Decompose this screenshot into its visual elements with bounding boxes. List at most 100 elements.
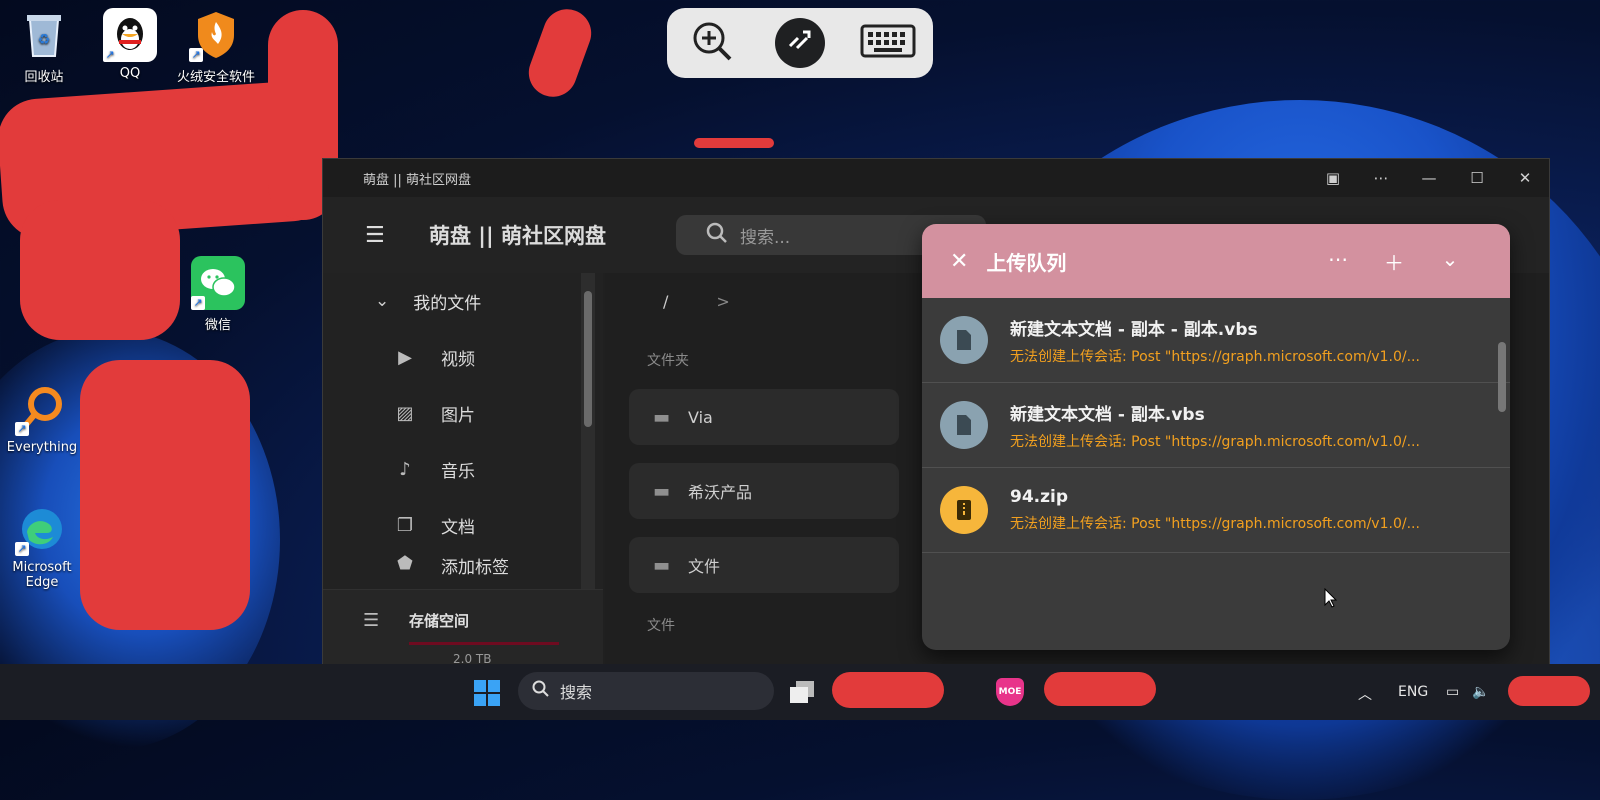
redaction-scribble bbox=[694, 138, 774, 148]
task-view-icon[interactable] bbox=[788, 679, 816, 705]
shortcut-arrow-icon: ↗ bbox=[15, 422, 29, 436]
desktop-icon-label: Everything bbox=[6, 440, 78, 455]
sidebar-item-documents[interactable]: ❐ 文档 bbox=[323, 497, 603, 553]
folder-name: Via bbox=[688, 407, 713, 427]
more-horizontal-icon[interactable]: ⋯ bbox=[1310, 247, 1366, 276]
huorong-shield-icon: ↗ bbox=[189, 8, 243, 62]
folder-icon: ▬ bbox=[653, 480, 671, 502]
window-title: 萌盘 || 萌社区网盘 bbox=[363, 172, 472, 188]
folder-item[interactable]: ▬ 文件 bbox=[629, 537, 899, 593]
upload-queue-header: ✕ 上传队列 ⋯ ＋ ⌄ bbox=[922, 224, 1510, 298]
close-window-button[interactable]: ✕ bbox=[1501, 169, 1549, 187]
shortcut-arrow-icon: ↗ bbox=[189, 48, 203, 62]
upload-item[interactable]: 新建文本文档 - 副本 - 副本.vbs 无法创建上传会话: Post "htt… bbox=[922, 298, 1510, 383]
redaction-scribble bbox=[522, 2, 598, 104]
desktop-icon-label: QQ bbox=[119, 66, 141, 81]
storage-icon: ☰ bbox=[363, 610, 380, 631]
upload-item[interactable]: 94.zip 无法创建上传会话: Post "https://graph.mic… bbox=[922, 468, 1510, 553]
storage-panel: ☰ 存储空间 2.0 TB bbox=[323, 589, 603, 670]
image-icon: ▨ bbox=[396, 402, 414, 424]
folder-item[interactable]: ▬ 希沃产品 bbox=[629, 463, 899, 519]
maximize-button[interactable]: ☐ bbox=[1453, 169, 1501, 187]
chevron-up-icon[interactable]: ︿ bbox=[1358, 684, 1372, 704]
desktop-icon-wechat[interactable]: ↗ 微信 bbox=[176, 256, 260, 333]
edge-icon: ↗ bbox=[15, 502, 69, 556]
hamburger-menu-icon[interactable]: ☰ bbox=[365, 223, 405, 248]
redaction-scribble bbox=[20, 200, 180, 340]
search-icon bbox=[706, 222, 728, 249]
volume-icon[interactable]: 🔈 bbox=[1472, 684, 1489, 700]
sidebar-item-label: 文档 bbox=[441, 517, 475, 538]
upload-queue-panel: ✕ 上传队列 ⋯ ＋ ⌄ 新建文本文档 - 副本 - 副本.vbs 无法创建上传… bbox=[922, 224, 1510, 650]
file-icon bbox=[940, 401, 988, 449]
desktop-icon-edge[interactable]: ↗ Microsoft Edge bbox=[0, 502, 84, 590]
desktop-icon-label: 微信 bbox=[204, 318, 231, 333]
network-icon[interactable]: ▭ bbox=[1446, 684, 1459, 700]
desktop-icon-qq[interactable]: ↗ QQ bbox=[88, 8, 172, 81]
search-icon bbox=[532, 680, 550, 702]
everything-search-icon: ↗ bbox=[15, 382, 69, 436]
zoom-in-icon bbox=[690, 19, 734, 67]
chevron-down-icon: ⌄ bbox=[375, 291, 390, 311]
breadcrumb-root[interactable]: / bbox=[663, 292, 668, 311]
language-indicator[interactable]: ENG bbox=[1398, 684, 1428, 700]
upload-queue-scrollbar[interactable] bbox=[1496, 322, 1508, 642]
start-button[interactable] bbox=[474, 680, 500, 706]
scrollbar-thumb[interactable] bbox=[1498, 342, 1506, 412]
desktop-icon-label: 回收站 bbox=[24, 70, 64, 85]
zip-file-icon bbox=[940, 486, 988, 534]
desktop-icon-huorong[interactable]: ↗ 火绒安全软件 bbox=[174, 8, 258, 85]
desktop-icon-label: 火绒安全软件 bbox=[176, 70, 255, 85]
taskbar-search-label: 搜索 bbox=[560, 683, 593, 702]
minimize-button[interactable]: — bbox=[1405, 169, 1453, 187]
document-icon: ❐ bbox=[396, 514, 414, 536]
more-options-icon[interactable]: ⋯ bbox=[1357, 169, 1405, 187]
title-bar: 萌盘 || 萌社区网盘 ▣ ⋯ — ☐ ✕ bbox=[323, 159, 1549, 197]
shortcut-arrow-icon: ↗ bbox=[15, 542, 29, 556]
keyboard-button[interactable] bbox=[860, 15, 916, 71]
zoom-in-button[interactable] bbox=[684, 15, 740, 71]
sidebar-item-label: 音乐 bbox=[441, 461, 475, 482]
upload-item-name: 新建文本文档 - 副本 - 副本.vbs bbox=[1010, 319, 1258, 340]
desktop-icon-label: Microsoft Edge bbox=[12, 560, 72, 590]
cast-icon[interactable]: ▣ bbox=[1309, 169, 1357, 187]
upload-item-error: 无法创建上传会话: Post "https://graph.microsoft.… bbox=[1010, 348, 1420, 365]
close-icon[interactable]: ✕ bbox=[950, 249, 968, 274]
redaction-scribble bbox=[1508, 676, 1590, 706]
keyboard-icon bbox=[860, 24, 916, 62]
chevron-right-icon: > bbox=[716, 291, 730, 311]
mouse-cursor-icon bbox=[1324, 588, 1338, 608]
redaction-scribble bbox=[832, 672, 944, 708]
upload-item[interactable]: 新建文本文档 - 副本.vbs 无法创建上传会话: Post "https://… bbox=[922, 383, 1510, 468]
folder-icon: ▬ bbox=[653, 554, 671, 576]
moe-app-icon[interactable]: MOE bbox=[996, 678, 1024, 706]
desktop-icon-everything[interactable]: ↗ Everything bbox=[0, 382, 84, 455]
remote-connect-button[interactable] bbox=[774, 18, 825, 68]
sidebar-scrollbar[interactable] bbox=[581, 273, 595, 589]
taskbar-search[interactable]: 搜索 bbox=[518, 672, 774, 710]
sidebar: ⌄ 我的文件 ▶ 视频 ▨ 图片 ♪ 音乐 ❐ 文档 ⬟ 添加标签 ☰ 存储空间… bbox=[323, 273, 603, 670]
add-icon[interactable]: ＋ bbox=[1366, 247, 1422, 276]
shortcut-arrow-icon: ↗ bbox=[103, 48, 117, 62]
video-icon: ▶ bbox=[398, 346, 412, 368]
storage-usage-bar bbox=[409, 642, 559, 645]
folder-name: 希沃产品 bbox=[688, 483, 753, 502]
file-icon bbox=[940, 316, 988, 364]
sidebar-item-music[interactable]: ♪ 音乐 bbox=[323, 441, 603, 497]
upload-item-error: 无法创建上传会话: Post "https://graph.microsoft.… bbox=[1010, 433, 1420, 450]
remote-connect-icon bbox=[785, 26, 815, 60]
upload-item-name: 94.zip bbox=[1010, 487, 1069, 507]
sidebar-item-video[interactable]: ▶ 视频 bbox=[323, 329, 603, 385]
sidebar-item-images[interactable]: ▨ 图片 bbox=[323, 385, 603, 441]
upload-item-error: 无法创建上传会话: Post "https://graph.microsoft.… bbox=[1010, 516, 1420, 532]
sidebar-section-my-files[interactable]: ⌄ 我的文件 bbox=[323, 273, 603, 329]
desktop-icon-recycle-bin[interactable]: ♻ 回收站 bbox=[2, 8, 86, 85]
recycle-bin-icon: ♻ bbox=[17, 8, 71, 62]
sidebar-item-add-tag[interactable]: ⬟ 添加标签 bbox=[323, 553, 603, 583]
chevron-down-icon[interactable]: ⌄ bbox=[1422, 247, 1478, 276]
scrollbar-thumb[interactable] bbox=[584, 291, 592, 427]
upload-queue-title: 上传队列 bbox=[986, 250, 1067, 275]
folder-item[interactable]: ▬ Via bbox=[629, 389, 899, 445]
sidebar-item-label: 图片 bbox=[441, 405, 475, 426]
tag-icon: ⬟ bbox=[397, 553, 413, 574]
